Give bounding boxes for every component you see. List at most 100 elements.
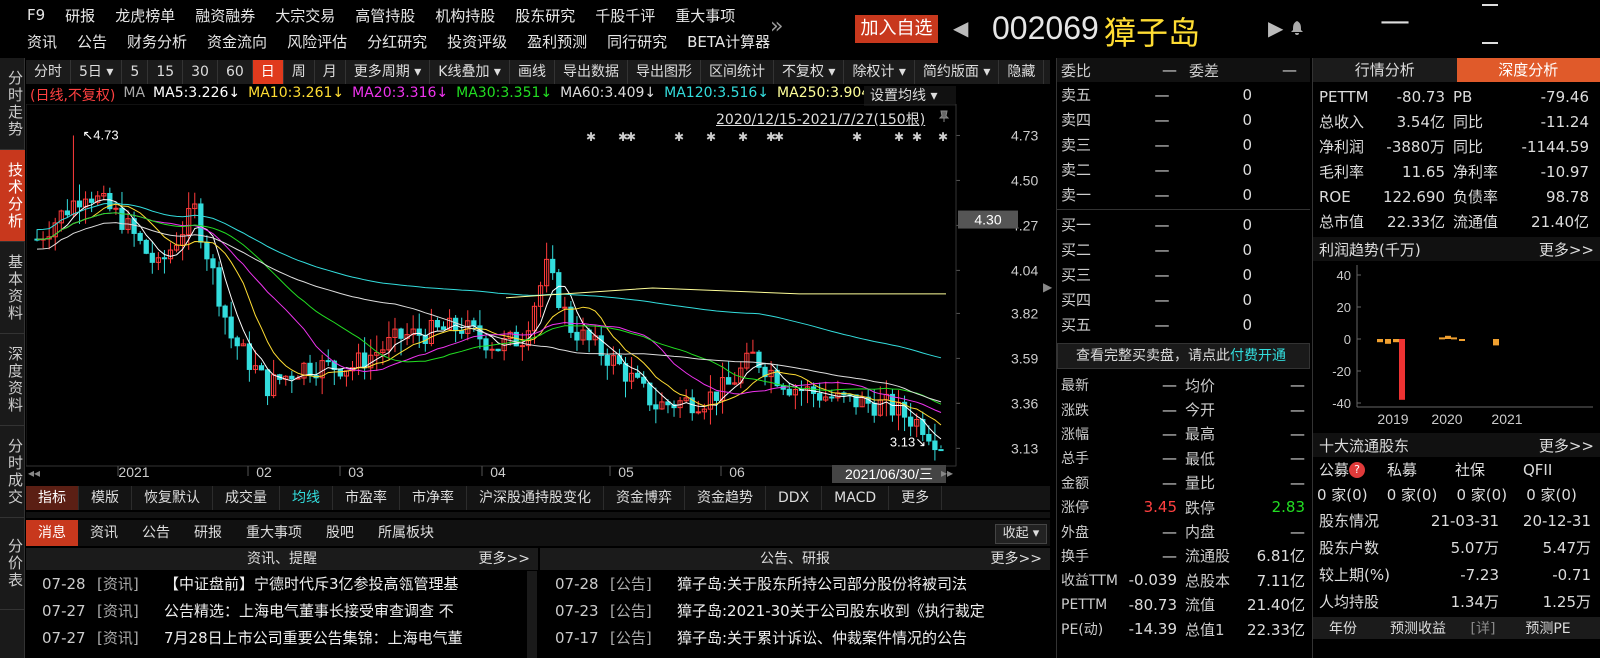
indicator-tab[interactable]: 模版 <box>79 486 132 510</box>
indicator-tab[interactable]: 恢复默认 <box>132 486 213 510</box>
splitter[interactable] <box>26 512 1050 518</box>
menu-item[interactable]: 大宗交易 <box>275 5 335 26</box>
sidebar-item[interactable]: 基本资料 <box>0 242 25 334</box>
paid-notice-link[interactable]: 付费开通 <box>1230 348 1286 364</box>
indicator-tab[interactable]: 更多 <box>889 486 943 510</box>
menu-more-icon[interactable]: » <box>770 14 783 39</box>
news-tab[interactable]: 资讯 <box>78 520 130 546</box>
holders-more-link[interactable]: 更多>> <box>1539 435 1594 456</box>
sidebar-item[interactable]: 分价表 <box>0 518 25 610</box>
news-tab[interactable]: 所属板块 <box>366 520 446 546</box>
menu-item[interactable]: 同行研究 <box>607 31 667 52</box>
menu-item[interactable]: 分红研究 <box>367 31 427 52</box>
news-item[interactable]: 07-28 [资讯] 【中证盘前】宁德时代斥3亿参投高瓴管理基 <box>42 571 526 598</box>
menu-item[interactable]: 盈利预测 <box>527 31 587 52</box>
chart-mode[interactable]: (日线,不复权) <box>30 85 115 105</box>
next-stock-icon[interactable]: ▶ <box>1268 16 1283 40</box>
news-item[interactable]: 07-28 [公告] 獐子岛:关于股东所持公司部分股份将被司法 <box>555 571 1050 598</box>
toolbar-item[interactable]: 5 <box>122 60 149 84</box>
menu-item[interactable]: 资讯 <box>27 31 57 52</box>
prev-stock-icon[interactable]: ◀ <box>953 16 968 40</box>
menu-item[interactable]: 公告 <box>77 31 107 52</box>
news-left-more-link[interactable]: 更多>> <box>479 548 530 570</box>
menu-item[interactable]: 财务分析 <box>127 31 187 52</box>
toolbar-item[interactable]: 隐藏 <box>999 60 1045 84</box>
collapse-button[interactable]: 收起 ▾ <box>995 524 1047 544</box>
expand-arrow-icon[interactable]: ▶ <box>1043 280 1052 294</box>
toolbar-item[interactable]: 60 <box>218 60 253 84</box>
menu-item[interactable]: 股东研究 <box>515 5 575 26</box>
indicator-tab[interactable]: 资金博弈 <box>604 486 685 510</box>
indicator-tab[interactable]: 沪深股通持股变化 <box>467 486 604 510</box>
indicator-tab[interactable]: 市净率 <box>400 486 467 510</box>
toolbar-item[interactable]: 月 <box>315 60 346 84</box>
indicator-tab[interactable]: 资金趋势 <box>685 486 766 510</box>
indicator-tab[interactable]: 均线 <box>280 486 333 510</box>
help-icon[interactable]: ? <box>1349 461 1365 478</box>
analysis-tab[interactable]: 深度分析 <box>1456 58 1600 82</box>
indicator-tab[interactable]: MACD <box>822 486 890 510</box>
forecast-header-cell[interactable]: [详] <box>1463 618 1503 638</box>
news-right-more-link[interactable]: 更多>> <box>991 548 1042 570</box>
paid-notice[interactable]: 查看完整买卖盘，请点此付费开通 <box>1057 343 1310 369</box>
set-ma-dropdown[interactable]: 设置均线 ▾ <box>864 86 956 106</box>
toolbar-item[interactable]: 画线 <box>510 60 555 84</box>
indicator-tab[interactable]: 成交量 <box>213 486 280 510</box>
toolbar-item[interactable]: 分时 <box>26 60 71 84</box>
toolbar-item[interactable]: 区间统计 <box>701 60 774 84</box>
menu-item[interactable]: 龙虎榜单 <box>115 5 175 26</box>
news-text[interactable]: 獐子岛:关于累计诉讼、仲裁案件情况的公告 <box>677 625 967 652</box>
toolbar-item[interactable]: 周 <box>284 60 315 84</box>
news-text[interactable]: 獐子岛:2021-30关于公司股东收到《执行裁定 <box>677 598 985 625</box>
toolbar-item[interactable]: 5日 ▾ <box>71 60 123 84</box>
menu-item[interactable]: 资金流向 <box>207 31 267 52</box>
toolbar-item[interactable]: 15 <box>148 60 184 84</box>
menu-item[interactable]: 机构持股 <box>435 5 495 26</box>
candlestick-chart[interactable]: 4.734.504.274.043.823.593.363.134.302021… <box>26 104 1056 484</box>
bell-icon[interactable] <box>1290 20 1304 36</box>
news-text[interactable]: 【中证盘前】宁德时代斥3亿参投高瓴管理基 <box>164 571 459 598</box>
sidebar-item[interactable]: 深度资料 <box>0 334 25 426</box>
toolbar-item[interactable]: 30 <box>183 60 218 84</box>
analysis-tab[interactable]: 行情分析 <box>1313 58 1457 82</box>
sidebar-item[interactable]: 技术分析 <box>0 150 25 242</box>
news-tab[interactable]: 研报 <box>182 520 234 546</box>
toolbar-item[interactable]: 导出图形 <box>628 60 701 84</box>
news-text[interactable]: 公告精选：上海电气董事长接受审查调查 不 <box>164 598 454 625</box>
menu-item[interactable]: BETA计算器 <box>687 31 770 52</box>
menu-item[interactable]: 融资融券 <box>195 5 255 26</box>
news-tab[interactable]: 公告 <box>130 520 182 546</box>
news-item[interactable]: 07-23 [公告] 獐子岛:2021-30关于公司股东收到《执行裁定 <box>555 598 1050 625</box>
toolbar-item[interactable]: 简约版面 ▾ <box>915 60 1000 84</box>
indicator-tab[interactable]: DDX <box>766 486 823 510</box>
profit-more-link[interactable]: 更多>> <box>1539 239 1594 260</box>
menu-item[interactable]: 投资评级 <box>447 31 507 52</box>
minimize-icon[interactable]: — <box>1380 4 1410 39</box>
menu-item[interactable]: 风险评估 <box>287 31 347 52</box>
toolbar-item[interactable]: 除权计 ▾ <box>844 60 915 84</box>
news-item[interactable]: 07-27 [资讯] 公告精选：上海电气董事长接受审查调查 不 <box>42 598 526 625</box>
news-tab[interactable]: 消息 <box>26 520 78 546</box>
news-text[interactable]: 7月28日上市公司重要公告集锦：上海电气董 <box>164 625 463 652</box>
menu-item[interactable]: 高管持股 <box>355 5 415 26</box>
news-item[interactable]: 07-27 [资讯] 7月28日上市公司重要公告集锦：上海电气董 <box>42 625 526 652</box>
indicator-tab[interactable]: 指标 <box>26 486 79 510</box>
news-tab[interactable]: 股吧 <box>314 520 366 546</box>
news-left-scrollbar[interactable] <box>527 571 537 658</box>
menu-item[interactable]: 重大事项 <box>675 5 735 26</box>
toolbar-item[interactable]: 日 <box>252 60 284 84</box>
toolbar-item[interactable]: 导出数据 <box>555 60 628 84</box>
toolbar-item[interactable]: 不复权 ▾ <box>774 60 845 84</box>
toolbar-item[interactable]: 更多周期 ▾ <box>346 60 431 84</box>
menu-item[interactable]: F9 <box>27 6 45 24</box>
menu-item[interactable]: 千股千评 <box>595 5 655 26</box>
toolbar-item[interactable]: K线叠加 ▾ <box>430 60 510 84</box>
indicator-tab[interactable]: 市盈率 <box>333 486 400 510</box>
news-item[interactable]: 07-17 [公告] 獐子岛:关于累计诉讼、仲裁案件情况的公告 <box>555 625 1050 652</box>
sidebar-item[interactable]: 分时成交 <box>0 426 25 518</box>
news-text[interactable]: 獐子岛:关于股东所持公司部分股份将被司法 <box>677 571 967 598</box>
add-watchlist-button[interactable]: 加入自选 <box>855 15 938 43</box>
menu-item[interactable]: 研报 <box>65 5 95 26</box>
news-tab[interactable]: 重大事项 <box>234 520 314 546</box>
sidebar-item[interactable]: 分时走势 <box>0 58 25 150</box>
